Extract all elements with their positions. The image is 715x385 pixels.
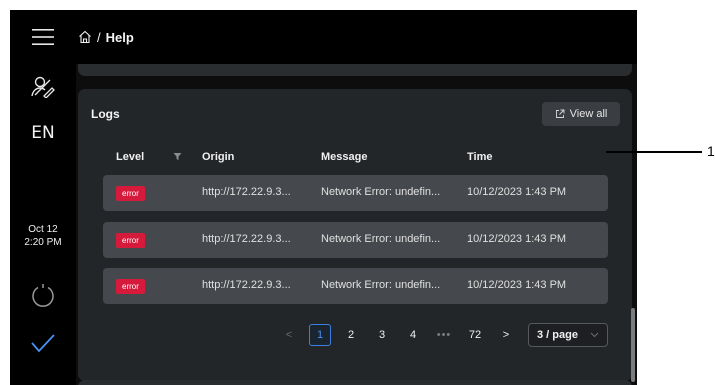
level-badge: error (116, 186, 145, 201)
level-badge: error (116, 279, 145, 294)
table-header: Level Origin Message Time (103, 146, 608, 168)
main-content: Logs View all Level Origin Message Time … (76, 64, 637, 385)
breadcrumb-current: Help (105, 29, 134, 45)
message-cell: Network Error: undefin... (321, 186, 441, 198)
page-button-1[interactable]: 1 (309, 324, 331, 346)
breadcrumb-separator: / (97, 29, 101, 45)
table-row[interactable]: error http://172.22.9.3... Network Error… (103, 268, 608, 304)
next-section-card (78, 380, 632, 385)
clock-time: 2:20 PM (24, 237, 62, 248)
confirm-button[interactable] (10, 328, 76, 358)
sidebar: EN Oct 12 2:20 PM (10, 10, 76, 385)
chevron-down-icon (590, 332, 599, 338)
time-cell: 10/12/2023 1:43 PM (467, 279, 567, 291)
page-button-last[interactable]: 72 (464, 324, 486, 346)
logs-title: Logs (91, 107, 120, 121)
column-header-level: Level (116, 151, 145, 163)
prev-page-button[interactable]: < (278, 324, 300, 346)
time-cell: 10/12/2023 1:43 PM (467, 186, 567, 198)
clock-date: Oct 12 (28, 224, 58, 235)
breadcrumb: / Help (78, 30, 134, 45)
menu-button[interactable] (10, 24, 76, 50)
scrollbar[interactable] (631, 308, 635, 382)
logs-card: Logs View all Level Origin Message Time … (78, 89, 632, 381)
home-icon[interactable] (78, 30, 92, 44)
power-button[interactable] (10, 280, 76, 310)
app-window: EN Oct 12 2:20 PM / Help Logs View all L… (10, 10, 637, 385)
page-button-3[interactable]: 3 (371, 324, 393, 346)
pagination: < 1 2 3 4 ••• 72 > 3 / page (278, 322, 608, 348)
time-cell: 10/12/2023 1:43 PM (467, 233, 567, 245)
level-badge: error (116, 233, 145, 248)
origin-cell: http://172.22.9.3... (202, 279, 291, 291)
previous-section-card (78, 64, 632, 76)
power-icon (32, 284, 54, 307)
column-header-time: Time (467, 151, 493, 163)
next-page-button[interactable]: > (495, 324, 517, 346)
page-button-4[interactable]: 4 (402, 324, 424, 346)
origin-cell: http://172.22.9.3... (202, 186, 291, 198)
table-row[interactable]: error http://172.22.9.3... Network Error… (103, 175, 608, 211)
table-row[interactable]: error http://172.22.9.3... Network Error… (103, 222, 608, 258)
clock: Oct 12 2:20 PM (10, 218, 76, 254)
user-settings-button[interactable] (10, 72, 76, 102)
page-ellipsis[interactable]: ••• (433, 324, 455, 346)
view-all-button[interactable]: View all (542, 102, 620, 126)
page-size-select[interactable]: 3 / page (528, 323, 608, 347)
annotation-label: 1 (707, 143, 715, 159)
language-button[interactable]: EN (10, 120, 76, 146)
user-edit-icon (31, 76, 55, 98)
language-label: EN (31, 123, 55, 143)
external-link-icon (555, 109, 565, 118)
message-cell: Network Error: undefin... (321, 279, 441, 291)
filter-icon[interactable] (173, 152, 182, 161)
view-all-label: View all (569, 108, 608, 120)
header: / Help (76, 10, 637, 64)
column-header-origin: Origin (202, 151, 235, 163)
checkmark-icon (31, 334, 55, 353)
page-button-2[interactable]: 2 (340, 324, 362, 346)
column-header-message: Message (321, 151, 368, 163)
hamburger-menu-icon (32, 29, 54, 45)
origin-cell: http://172.22.9.3... (202, 233, 291, 245)
annotation-line (606, 151, 702, 153)
message-cell: Network Error: undefin... (321, 233, 441, 245)
page-size-value: 3 / page (537, 329, 578, 341)
